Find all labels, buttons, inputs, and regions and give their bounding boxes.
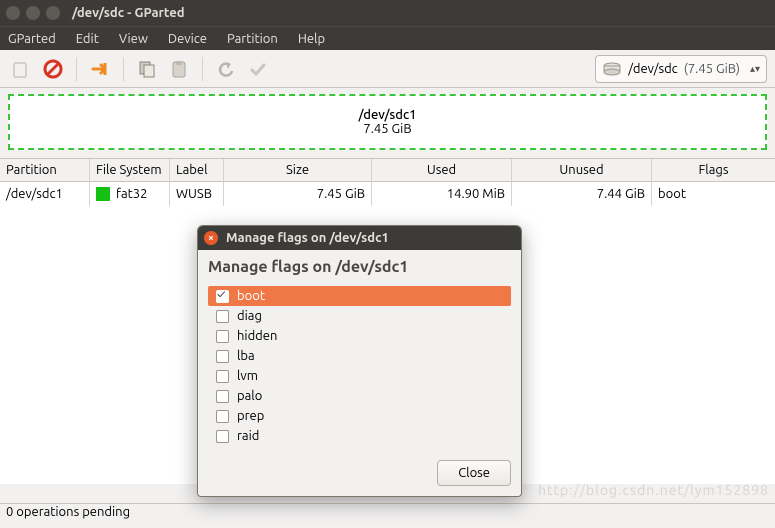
flag-checkbox-palo[interactable] (216, 390, 229, 403)
chevron-up-down-icon: ▴▾ (750, 63, 760, 75)
graph-partition-size: 7.45 GiB (363, 122, 411, 136)
flag-checkbox-lvm[interactable] (216, 370, 229, 383)
flag-row-lvm[interactable]: lvm (208, 366, 511, 386)
dialog-title: Manage flags on /dev/sdc1 (226, 231, 389, 245)
col-partition[interactable]: Partition (0, 159, 90, 181)
flag-label: prep (237, 409, 264, 423)
flag-list: boot diag hidden lba lvm palo prep raid (208, 286, 511, 446)
undo-icon[interactable] (213, 56, 239, 82)
delete-icon[interactable] (40, 56, 66, 82)
device-selector[interactable]: /dev/sdc (7.45 GiB) ▴▾ (595, 55, 767, 83)
cell-filesystem: fat32 (90, 182, 170, 206)
pending-operations: 0 operations pending (6, 505, 130, 519)
flag-label: lvm (237, 369, 258, 383)
dialog-close-icon[interactable]: × (204, 231, 218, 245)
partition-graph[interactable]: /dev/sdc1 7.45 GiB (8, 94, 767, 150)
dialog-titlebar: × Manage flags on /dev/sdc1 (198, 226, 521, 250)
menu-gparted[interactable]: GParted (8, 32, 56, 46)
window-min-icon[interactable] (26, 6, 40, 20)
flag-row-diag[interactable]: diag (208, 306, 511, 326)
flag-label: raid (237, 429, 259, 443)
window-max-icon[interactable] (46, 6, 60, 20)
flag-row-raid[interactable]: raid (208, 426, 511, 446)
flag-label: lba (237, 349, 255, 363)
flag-row-prep[interactable]: prep (208, 406, 511, 426)
menu-view[interactable]: View (119, 32, 148, 46)
flag-checkbox-raid[interactable] (216, 430, 229, 443)
watermark: http://blog.csdn.net/lym152898 (538, 482, 769, 498)
flag-label: diag (237, 309, 262, 323)
copy-icon[interactable] (134, 56, 160, 82)
partition-graph-wrap: /dev/sdc1 7.45 GiB (0, 88, 775, 150)
col-filesystem[interactable]: File System (90, 159, 170, 181)
manage-flags-dialog: × Manage flags on /dev/sdc1 Manage flags… (197, 225, 522, 497)
device-selector-size: (7.45 GiB) (684, 62, 740, 76)
menu-device[interactable]: Device (168, 32, 207, 46)
table-row[interactable]: /dev/sdc1 fat32 WUSB 7.45 GiB 14.90 MiB … (0, 182, 775, 206)
dialog-heading: Manage flags on /dev/sdc1 (198, 250, 521, 282)
col-size[interactable]: Size (224, 159, 372, 181)
dialog-footer: Close (198, 454, 521, 496)
flag-label: boot (237, 289, 265, 303)
resize-move-icon[interactable] (87, 56, 113, 82)
cell-flags: boot (652, 182, 775, 206)
cell-partition: /dev/sdc1 (0, 182, 90, 206)
flag-label: palo (237, 389, 262, 403)
disk-icon (602, 61, 622, 77)
window-title: /dev/sdc - GParted (72, 6, 185, 20)
toolbar-separator (123, 57, 124, 81)
menu-help[interactable]: Help (298, 32, 325, 46)
table-header: Partition File System Label Size Used Un… (0, 158, 775, 182)
fs-color-swatch (96, 187, 110, 201)
apply-icon[interactable] (245, 56, 271, 82)
flag-checkbox-hidden[interactable] (216, 330, 229, 343)
menu-edit[interactable]: Edit (76, 32, 99, 46)
flag-checkbox-boot[interactable] (216, 290, 229, 303)
flag-checkbox-lba[interactable] (216, 350, 229, 363)
device-selector-device: /dev/sdc (628, 62, 678, 76)
cell-used: 14.90 MiB (372, 182, 512, 206)
new-partition-icon[interactable] (8, 56, 34, 82)
cell-label: WUSB (170, 182, 224, 206)
col-unused[interactable]: Unused (512, 159, 652, 181)
toolbar-separator (202, 57, 203, 81)
window-close-icon[interactable] (6, 6, 20, 20)
flag-label: hidden (237, 329, 277, 343)
flag-row-palo[interactable]: palo (208, 386, 511, 406)
menu-partition[interactable]: Partition (227, 32, 278, 46)
status-bar: 0 operations pending (0, 503, 775, 523)
col-flags[interactable]: Flags (652, 159, 775, 181)
graph-partition-name: /dev/sdc1 (359, 108, 417, 122)
menubar: GParted Edit View Device Partition Help (0, 26, 775, 50)
flag-checkbox-diag[interactable] (216, 310, 229, 323)
window-titlebar: /dev/sdc - GParted (0, 0, 775, 26)
flag-row-lba[interactable]: lba (208, 346, 511, 366)
flag-row-hidden[interactable]: hidden (208, 326, 511, 346)
col-label[interactable]: Label (170, 159, 224, 181)
toolbar: /dev/sdc (7.45 GiB) ▴▾ (0, 50, 775, 88)
paste-icon[interactable] (166, 56, 192, 82)
cell-unused: 7.44 GiB (512, 182, 652, 206)
toolbar-separator (76, 57, 77, 81)
col-used[interactable]: Used (372, 159, 512, 181)
flag-checkbox-prep[interactable] (216, 410, 229, 423)
cell-size: 7.45 GiB (224, 182, 372, 206)
close-button[interactable]: Close (437, 460, 511, 486)
flag-row-boot[interactable]: boot (208, 286, 511, 306)
